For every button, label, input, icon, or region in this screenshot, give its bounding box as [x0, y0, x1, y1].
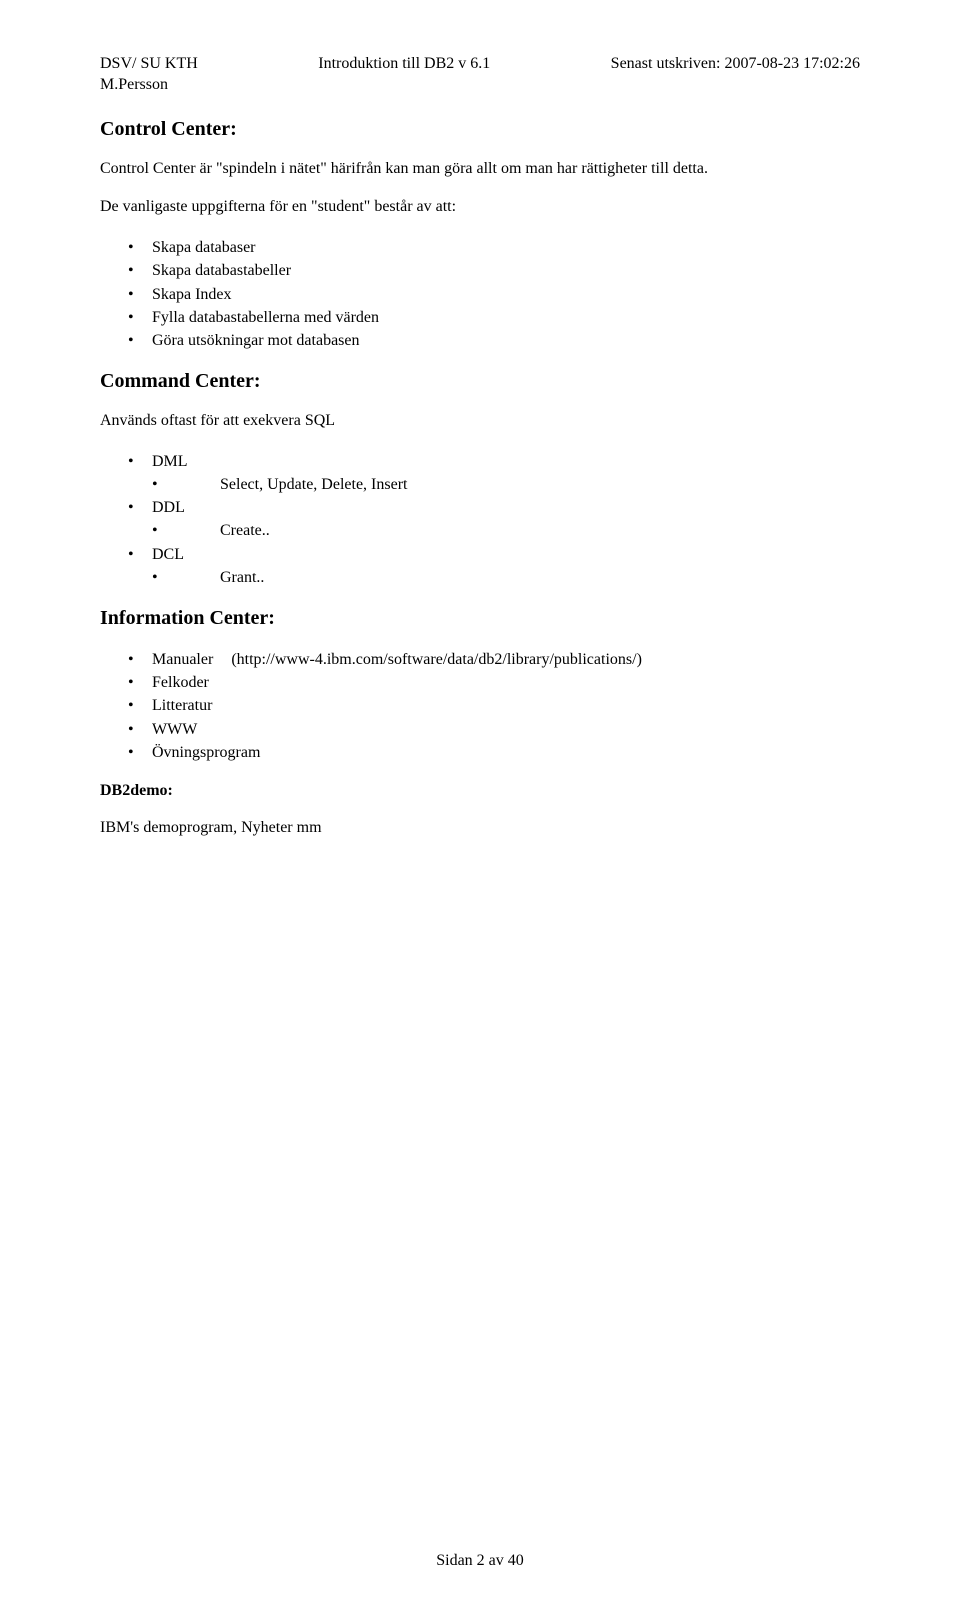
list-item: Litteratur	[100, 694, 860, 717]
control-center-desc: Control Center är "spindeln i nätet" här…	[100, 159, 860, 180]
information-center-heading: Information Center:	[100, 607, 860, 630]
list-item: Grant..	[100, 566, 860, 589]
dml-sublist: Select, Update, Delete, Insert	[100, 473, 860, 496]
list-item: WWW	[100, 718, 860, 741]
list-item: Skapa Index	[100, 283, 860, 306]
header-timestamp: Senast utskriven: 2007-08-23 17:02:26	[611, 54, 860, 96]
list-item: Create..	[100, 519, 860, 542]
control-center-intro: De vanligaste uppgifterna för en "studen…	[100, 197, 860, 218]
header-left: DSV/ SU KTH M.Persson	[100, 54, 198, 96]
header-author: M.Persson	[100, 75, 198, 96]
header-title: Introduktion till DB2 v 6.1	[318, 54, 490, 96]
list-item: Göra utsökningar mot databasen	[100, 329, 860, 352]
manualer-url: (http://www-4.ibm.com/software/data/db2/…	[231, 648, 642, 671]
db2demo-heading: DB2demo:	[100, 782, 860, 800]
control-center-heading: Control Center:	[100, 118, 860, 141]
dcl-sublist: Grant..	[100, 566, 860, 589]
ddl-sublist: Create..	[100, 519, 860, 542]
list-item: Skapa databastabeller	[100, 259, 860, 282]
control-center-list: Skapa databaser Skapa databastabeller Sk…	[100, 236, 860, 352]
list-item: Fylla databastabellerna med värden	[100, 306, 860, 329]
command-center-list: DML Select, Update, Delete, Insert DDL C…	[100, 450, 860, 589]
page: DSV/ SU KTH M.Persson Introduktion till …	[0, 0, 960, 1620]
command-center-heading: Command Center:	[100, 370, 860, 393]
header-org: DSV/ SU KTH	[100, 54, 198, 75]
list-item: Övningsprogram	[100, 741, 860, 764]
db2demo-desc: IBM's demoprogram, Nyheter mm	[100, 818, 860, 839]
page-footer: Sidan 2 av 40	[0, 1552, 960, 1570]
list-item: Select, Update, Delete, Insert	[100, 473, 860, 496]
list-item: Skapa databaser	[100, 236, 860, 259]
information-center-list: Manualer (http://www-4.ibm.com/software/d…	[100, 648, 860, 764]
manualer-label: Manualer	[152, 651, 213, 668]
list-item-manualer: Manualer (http://www-4.ibm.com/software/d…	[100, 648, 860, 671]
page-header: DSV/ SU KTH M.Persson Introduktion till …	[100, 54, 860, 96]
list-item-dcl: DCL	[100, 543, 860, 566]
command-center-desc: Används oftast för att exekvera SQL	[100, 411, 860, 432]
list-item-dml: DML	[100, 450, 860, 473]
list-item: Felkoder	[100, 671, 860, 694]
list-item-ddl: DDL	[100, 496, 860, 519]
